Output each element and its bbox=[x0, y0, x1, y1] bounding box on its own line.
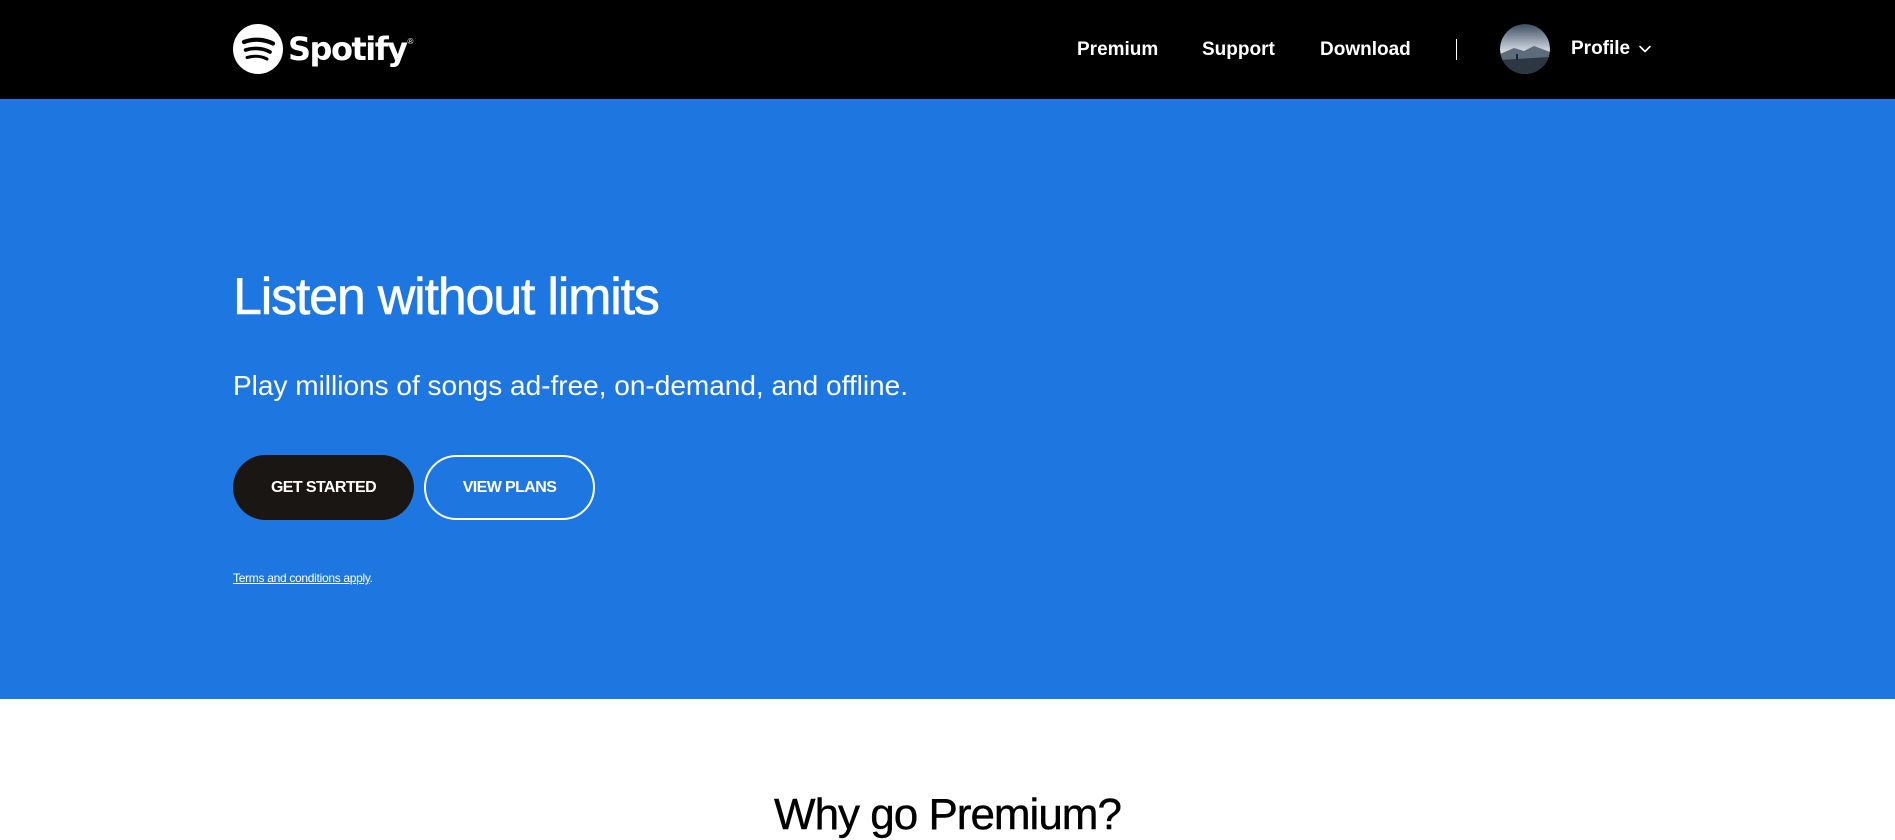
avatar bbox=[1500, 24, 1550, 74]
hero-section: Listen without limits Play millions of s… bbox=[0, 99, 1895, 699]
get-started-button[interactable]: GET STARTED bbox=[233, 455, 414, 520]
nav-download-link[interactable]: Download bbox=[1320, 0, 1411, 99]
terms-link[interactable]: Terms and conditions apply bbox=[233, 571, 370, 585]
nav-divider bbox=[1456, 39, 1457, 60]
top-header: Spotify ® Premium Support Download Profi… bbox=[0, 0, 1895, 99]
spotify-logo[interactable]: Spotify ® bbox=[233, 24, 413, 74]
profile-label: Profile bbox=[1571, 38, 1631, 59]
hero-title: Listen without limits bbox=[233, 268, 660, 327]
registered-mark: ® bbox=[407, 37, 414, 46]
terms-suffix: . bbox=[369, 571, 373, 585]
nav-support-link[interactable]: Support bbox=[1202, 0, 1275, 99]
chevron-down-icon bbox=[1639, 45, 1651, 53]
why-premium-heading: Why go Premium? bbox=[774, 790, 1122, 839]
logo-wordmark: Spotify bbox=[288, 30, 408, 68]
terms-notice: Terms and conditions apply. bbox=[233, 571, 373, 585]
profile-menu-button[interactable]: Profile bbox=[1500, 24, 1652, 74]
view-plans-button[interactable]: VIEW PLANS bbox=[424, 455, 595, 520]
hero-subtitle: Play millions of songs ad-free, on-deman… bbox=[233, 370, 908, 401]
spotify-logo-icon bbox=[233, 24, 283, 74]
nav-premium-link[interactable]: Premium bbox=[1077, 0, 1158, 99]
